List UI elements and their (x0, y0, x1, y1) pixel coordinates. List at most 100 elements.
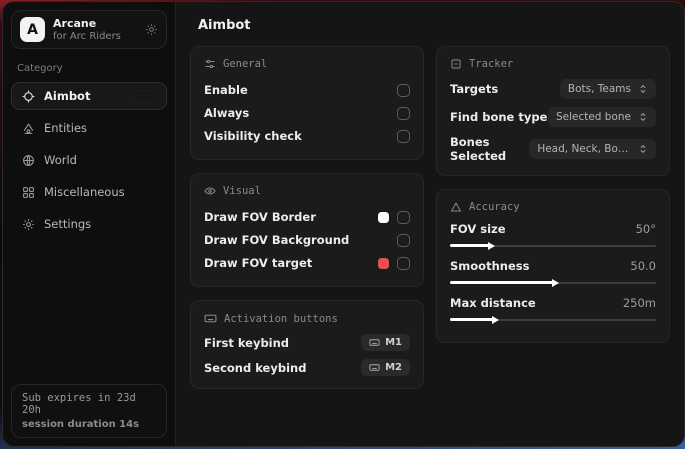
second-keybind-button[interactable]: M2 (361, 359, 410, 376)
slider-value: 250m (623, 296, 656, 310)
grid-icon (22, 186, 35, 199)
tracker-label: Targets (450, 82, 498, 96)
tracker-label: Find bone type (450, 110, 547, 124)
enable-checkbox[interactable] (397, 84, 410, 97)
scan-icon (450, 58, 462, 70)
session-duration: session duration 14s (22, 419, 156, 430)
targets-dropdown[interactable]: Bots, Teams (560, 79, 656, 99)
app-subtitle: for Arc Riders (53, 31, 137, 42)
slider-value: 50.0 (630, 259, 656, 273)
setting-row: Visibility check (204, 125, 410, 147)
slider-row: Max distance 250m (450, 296, 656, 310)
keybind-label: Second keybind (204, 361, 306, 375)
setting-row: Always (204, 102, 410, 124)
find-bone-type-dropdown[interactable]: Selected bone (548, 107, 656, 127)
color-swatch[interactable] (378, 258, 389, 269)
setting-label: Draw FOV Border (204, 210, 316, 224)
draw-fov-border-checkbox[interactable] (397, 211, 410, 224)
keyboard-icon (204, 312, 217, 325)
keyboard-icon (369, 337, 380, 348)
setting-label: Draw FOV target (204, 256, 312, 270)
sidebar-item-label: Entities (44, 121, 87, 135)
crosshair-icon (22, 90, 35, 103)
accuracy-card: Accuracy FOV size 50° Smoothness (436, 189, 670, 343)
sidebar-item-miscellaneous[interactable]: Miscellaneous (11, 178, 167, 206)
subscription-expiry: Sub expires in 23d 20h (22, 392, 156, 416)
keybind-label: First keybind (204, 336, 289, 350)
entities-icon (22, 122, 35, 135)
bones-selected-dropdown[interactable]: Head, Neck, Body, Fe... (529, 139, 656, 159)
tracker-card: Tracker Targets Bots, Teams (436, 46, 670, 176)
keyboard-icon (369, 362, 380, 373)
dropdown-value: Bots, Teams (568, 83, 631, 95)
dropdown-value: Selected bone (556, 111, 631, 123)
slider-row: Smoothness 50.0 (450, 259, 656, 273)
keybind-row: First keybind M1 (204, 334, 410, 351)
sidebar-nav: Aimbot Entities World (11, 82, 167, 238)
slider-fill (450, 244, 489, 247)
slider-thumb[interactable] (492, 316, 499, 324)
tracker-label: Bones Selected (450, 135, 529, 163)
gear-icon[interactable] (145, 23, 158, 36)
slider-thumb[interactable] (488, 242, 495, 250)
slider-label: FOV size (450, 222, 506, 236)
triangle-icon (450, 201, 462, 213)
visual-card: Visual Draw FOV Border Draw FOV Backgrou… (190, 173, 424, 287)
color-swatch[interactable] (378, 212, 389, 223)
dropdown-value: Head, Neck, Body, Fe... (537, 143, 631, 155)
activation-card: Activation buttons First keybind M1 (190, 300, 424, 389)
card-title-label: General (223, 58, 267, 70)
sidebar-item-aimbot[interactable]: Aimbot (11, 82, 167, 110)
unfold-icon (638, 112, 648, 122)
setting-label: Enable (204, 83, 248, 97)
tracker-row: Find bone type Selected bone (450, 107, 656, 127)
draw-fov-target-checkbox[interactable] (397, 257, 410, 270)
card-title-label: Visual (223, 185, 261, 197)
sidebar-item-settings[interactable]: Settings (11, 210, 167, 238)
page-title: Aimbot (198, 18, 670, 33)
subscription-card: Sub expires in 23d 20h session duration … (11, 384, 167, 438)
setting-row: Draw FOV target (204, 252, 410, 274)
sliders-icon (204, 58, 216, 70)
sidebar-item-label: Aimbot (44, 89, 90, 103)
smoothness-slider[interactable] (450, 278, 656, 287)
category-label: Category (17, 63, 161, 74)
card-title-label: Tracker (469, 58, 513, 70)
keybind-placeholder (130, 90, 156, 103)
general-card: General Enable Always Visibility check (190, 46, 424, 160)
slider-thumb[interactable] (552, 279, 559, 287)
setting-row: Enable (204, 79, 410, 101)
setting-label: Always (204, 106, 249, 120)
keybind-row: Second keybind M2 (204, 359, 410, 376)
slider-label: Max distance (450, 296, 536, 310)
max-distance-slider[interactable] (450, 315, 656, 324)
globe-icon (22, 154, 35, 167)
fov-size-slider[interactable] (450, 241, 656, 250)
slider-label: Smoothness (450, 259, 529, 273)
keybind-value: M2 (385, 362, 402, 373)
slider-fill (450, 318, 493, 321)
first-keybind-button[interactable]: M1 (361, 334, 410, 351)
sidebar-item-label: Miscellaneous (44, 185, 125, 199)
setting-label: Visibility check (204, 129, 302, 143)
keybind-value: M1 (385, 337, 402, 348)
slider-value: 50° (636, 222, 656, 236)
sidebar-item-label: Settings (44, 217, 91, 231)
setting-row: Draw FOV Border (204, 206, 410, 228)
setting-row: Draw FOV Background (204, 229, 410, 251)
tracker-row: Targets Bots, Teams (450, 79, 656, 99)
gear-icon (22, 218, 35, 231)
slider-fill (450, 281, 553, 284)
always-checkbox[interactable] (397, 107, 410, 120)
draw-fov-background-checkbox[interactable] (397, 234, 410, 247)
tracker-row: Bones Selected Head, Neck, Body, Fe... (450, 135, 656, 163)
sidebar-item-entities[interactable]: Entities (11, 114, 167, 142)
setting-label: Draw FOV Background (204, 233, 349, 247)
sidebar-item-world[interactable]: World (11, 146, 167, 174)
sidebar: A Arcane for Arc Riders Category (3, 2, 176, 446)
app-window: A Arcane for Arc Riders Category (2, 1, 685, 447)
visibility-check-checkbox[interactable] (397, 130, 410, 143)
unfold-icon (638, 84, 648, 94)
app-logo: A (20, 17, 45, 42)
card-title-label: Activation buttons (224, 313, 338, 325)
